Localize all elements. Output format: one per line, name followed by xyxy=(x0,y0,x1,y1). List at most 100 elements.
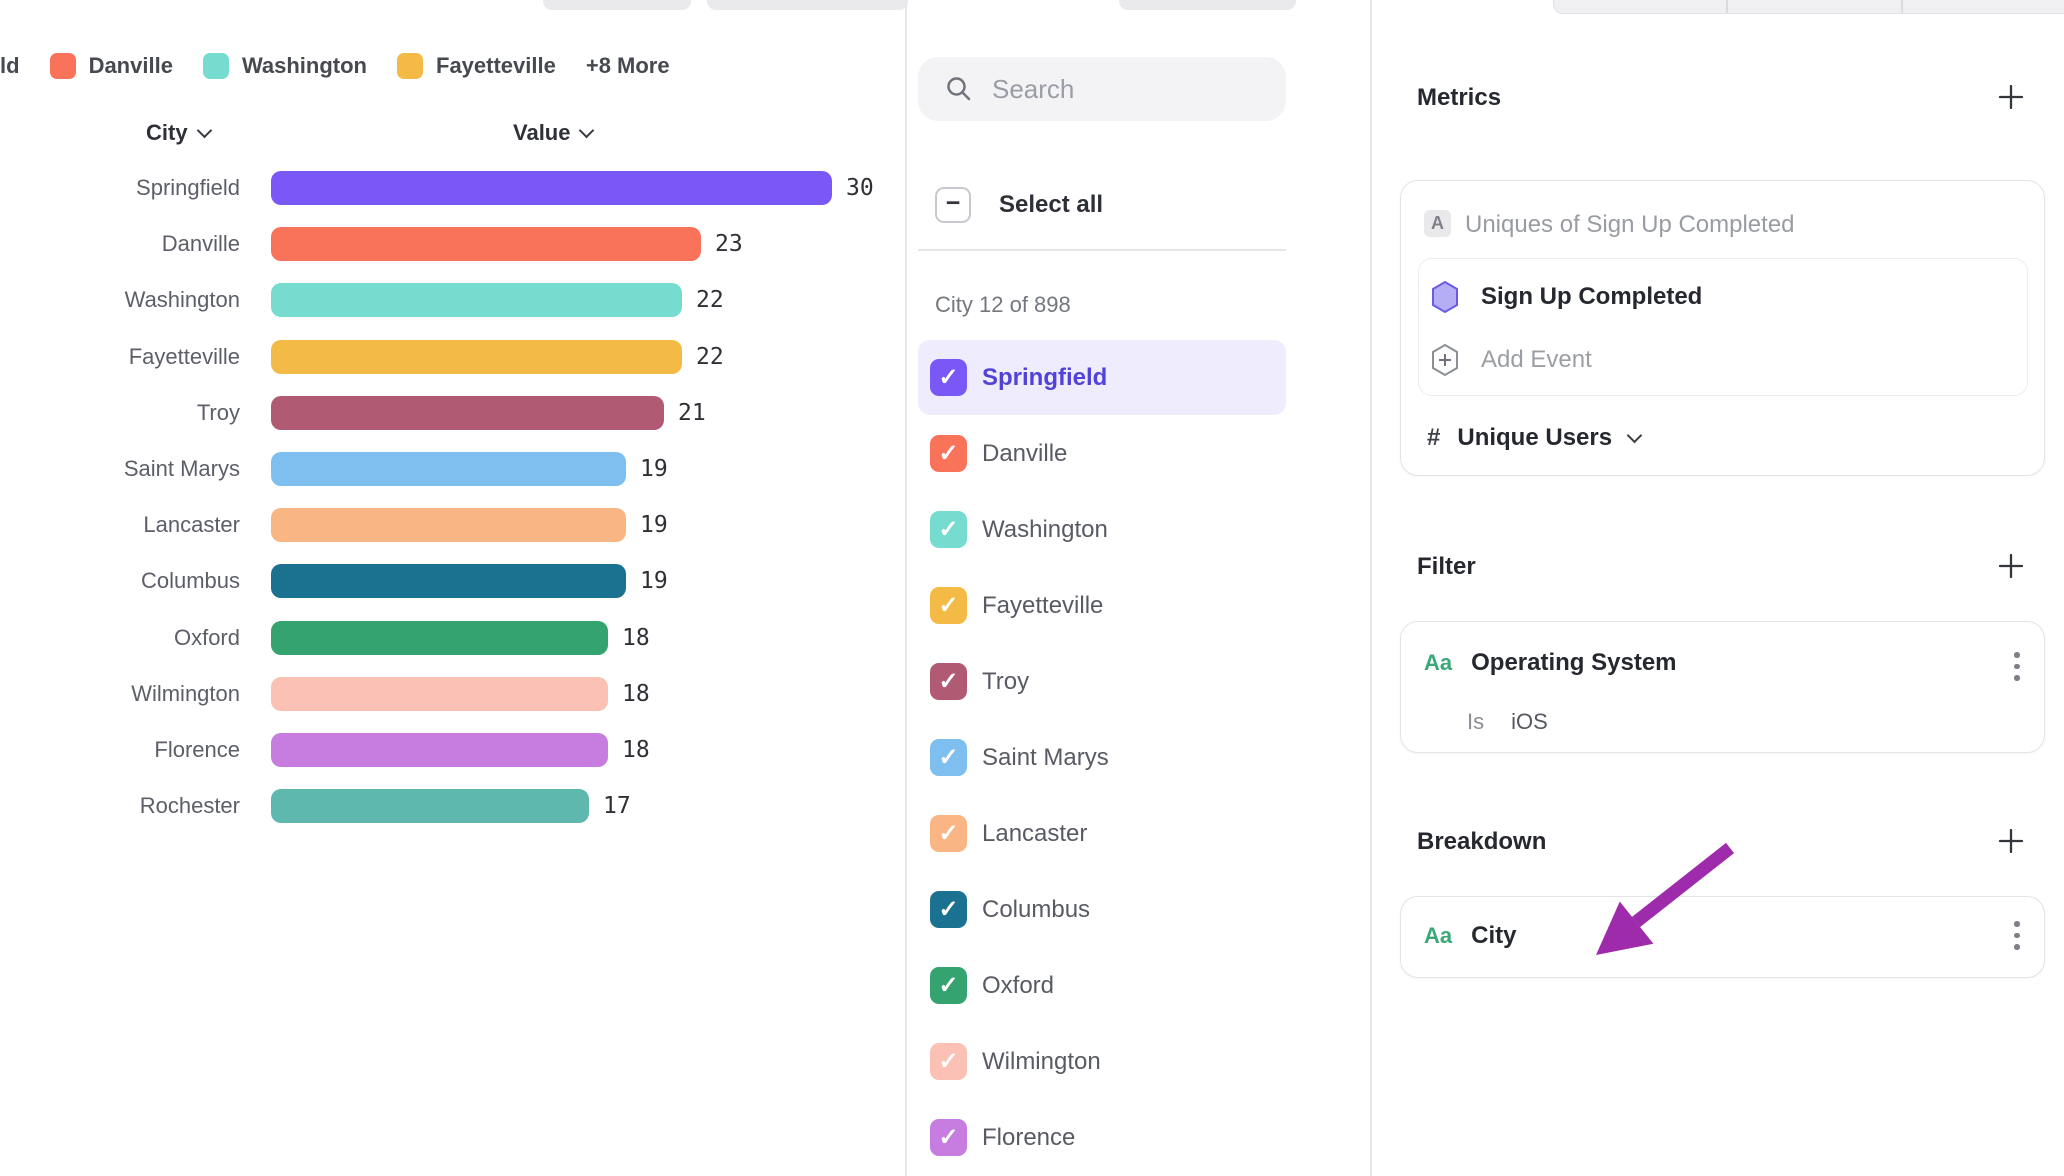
legend-item[interactable]: Fayetteville xyxy=(397,53,556,79)
bar-value-label: 18 xyxy=(622,733,650,767)
bar[interactable] xyxy=(271,733,608,767)
city-checkbox[interactable]: ✓ xyxy=(930,663,967,700)
bar[interactable] xyxy=(271,452,626,486)
city-checkbox[interactable]: ✓ xyxy=(930,967,967,1004)
bar-row: Oxford18 xyxy=(0,621,905,655)
legend-item-truncated: ld xyxy=(0,53,20,79)
city-list-item[interactable]: ✓ Columbus xyxy=(918,872,1286,947)
filter-condition-row[interactable]: Is iOS xyxy=(1467,709,1548,735)
city-list-item[interactable]: ✓Saint Marys xyxy=(918,720,1286,795)
breakdown-property: City xyxy=(1471,922,1516,950)
city-label: Lancaster xyxy=(982,796,1087,871)
city-list-item[interactable]: ✓ Troy xyxy=(918,644,1286,719)
panel-divider xyxy=(905,0,907,1176)
city-list-item[interactable]: ✓Wilmington xyxy=(918,1024,1286,1099)
city-count-label: City 12 of 898 xyxy=(935,292,1071,318)
column-header-value-label: Value xyxy=(513,120,570,146)
bar-category-label: Fayetteville xyxy=(0,340,240,374)
top-tab[interactable] xyxy=(707,0,908,10)
city-label: Florence xyxy=(982,1100,1075,1175)
city-label: Washington xyxy=(982,492,1108,567)
number-type-icon: # xyxy=(1427,424,1440,452)
city-list-item[interactable]: ✓ Lancaster xyxy=(918,796,1286,871)
event-name: Sign Up Completed xyxy=(1481,283,1702,311)
select-all-label: Select all xyxy=(999,191,1103,219)
city-checkbox[interactable]: ✓ xyxy=(930,815,967,852)
bar-row: Rochester17 xyxy=(0,789,905,823)
insights-dashboard: ldDanvilleWashingtonFayetteville+8 More … xyxy=(0,0,2064,1176)
city-list-item[interactable]: ✓Danville xyxy=(918,416,1286,491)
bar[interactable] xyxy=(271,396,664,430)
top-tab[interactable] xyxy=(1119,0,1296,10)
bar[interactable] xyxy=(271,283,682,317)
city-list-item[interactable]: ✓ Florence xyxy=(918,1100,1286,1175)
legend-swatch xyxy=(397,53,423,79)
add-filter-button[interactable] xyxy=(1996,551,2026,581)
bar[interactable] xyxy=(271,789,589,823)
add-event-row[interactable]: Add Event xyxy=(1431,343,1592,377)
city-checkbox[interactable]: ✓ xyxy=(930,739,967,776)
bar-category-label: Springfield xyxy=(0,171,240,205)
city-list-item[interactable]: ✓ Washington xyxy=(918,492,1286,567)
city-checkbox[interactable]: ✓ xyxy=(930,1119,967,1156)
add-breakdown-button[interactable] xyxy=(1996,826,2026,856)
city-checkbox[interactable]: ✓ xyxy=(930,1043,967,1080)
breakdown-property-row[interactable]: Aa City xyxy=(1424,921,1516,951)
city-checkbox[interactable]: ✓ xyxy=(930,435,967,472)
legend-item[interactable]: Danville xyxy=(50,53,173,79)
measure-dropdown[interactable]: # Unique Users xyxy=(1427,424,1640,452)
bar[interactable] xyxy=(271,340,682,374)
bar-row: Lancaster19 xyxy=(0,508,905,542)
add-event-icon xyxy=(1431,343,1459,377)
city-checkbox[interactable]: ✓ xyxy=(930,511,967,548)
search-input[interactable]: Search xyxy=(918,57,1286,121)
add-metric-button[interactable] xyxy=(1996,82,2026,112)
bar[interactable] xyxy=(271,564,626,598)
top-tab[interactable] xyxy=(543,0,691,10)
bar[interactable] xyxy=(271,171,832,205)
filter-section-title: Filter xyxy=(1417,553,1476,581)
event-row[interactable]: Sign Up Completed xyxy=(1431,280,1702,314)
bar[interactable] xyxy=(271,677,608,711)
column-header-value[interactable]: Value xyxy=(513,118,592,148)
bar[interactable] xyxy=(271,508,626,542)
filter-card: Aa Operating System Is iOS xyxy=(1400,621,2045,753)
chevron-down-icon xyxy=(196,123,212,139)
city-list-item[interactable]: ✓Springfield xyxy=(918,340,1286,415)
filter-menu-button[interactable] xyxy=(2014,652,2020,681)
city-checkbox[interactable]: ✓ xyxy=(930,587,967,624)
city-checkbox[interactable]: ✓ xyxy=(930,359,967,396)
bar-value-label: 21 xyxy=(678,396,706,430)
list-divider xyxy=(918,249,1286,251)
city-list-item[interactable]: ✓Fayetteville xyxy=(918,568,1286,643)
bar-row: Troy21 xyxy=(0,396,905,430)
city-label: Columbus xyxy=(982,872,1090,947)
bar-row: Florence18 xyxy=(0,733,905,767)
column-header-city[interactable]: City xyxy=(146,118,210,148)
top-segmented-control[interactable] xyxy=(1553,0,2064,14)
bar[interactable] xyxy=(271,227,701,261)
bar-category-label: Saint Marys xyxy=(0,452,240,486)
city-checkbox[interactable]: ✓ xyxy=(930,891,967,928)
search-icon xyxy=(946,76,972,102)
event-hexagon-icon xyxy=(1431,280,1459,314)
metric-letter-badge: A xyxy=(1424,210,1451,237)
text-property-icon: Aa xyxy=(1424,923,1452,949)
bar[interactable] xyxy=(271,621,608,655)
event-block: Sign Up Completed Add Event xyxy=(1418,258,2028,396)
breakdown-menu-button[interactable] xyxy=(2014,921,2020,950)
filter-property-row[interactable]: Aa Operating System xyxy=(1424,648,1677,678)
chart-legend: ld Danville Washington Fayetteville +8 More xyxy=(0,52,670,79)
city-label: Troy xyxy=(982,644,1029,719)
select-all-checkbox[interactable]: − xyxy=(935,187,971,223)
select-all-row[interactable]: − Select all xyxy=(935,187,1103,223)
city-label: Oxford xyxy=(982,948,1054,1023)
bar-value-label: 18 xyxy=(622,677,650,711)
legend-label: Washington xyxy=(242,53,367,79)
legend-item[interactable]: Washington xyxy=(203,53,367,79)
chevron-down-icon xyxy=(579,123,595,139)
metric-card: A Uniques of Sign Up Completed Sign Up C… xyxy=(1400,180,2045,476)
city-list-item[interactable]: ✓ Oxford xyxy=(918,948,1286,1023)
legend-more[interactable]: +8 More xyxy=(586,53,670,79)
panel-divider xyxy=(1370,0,1372,1176)
